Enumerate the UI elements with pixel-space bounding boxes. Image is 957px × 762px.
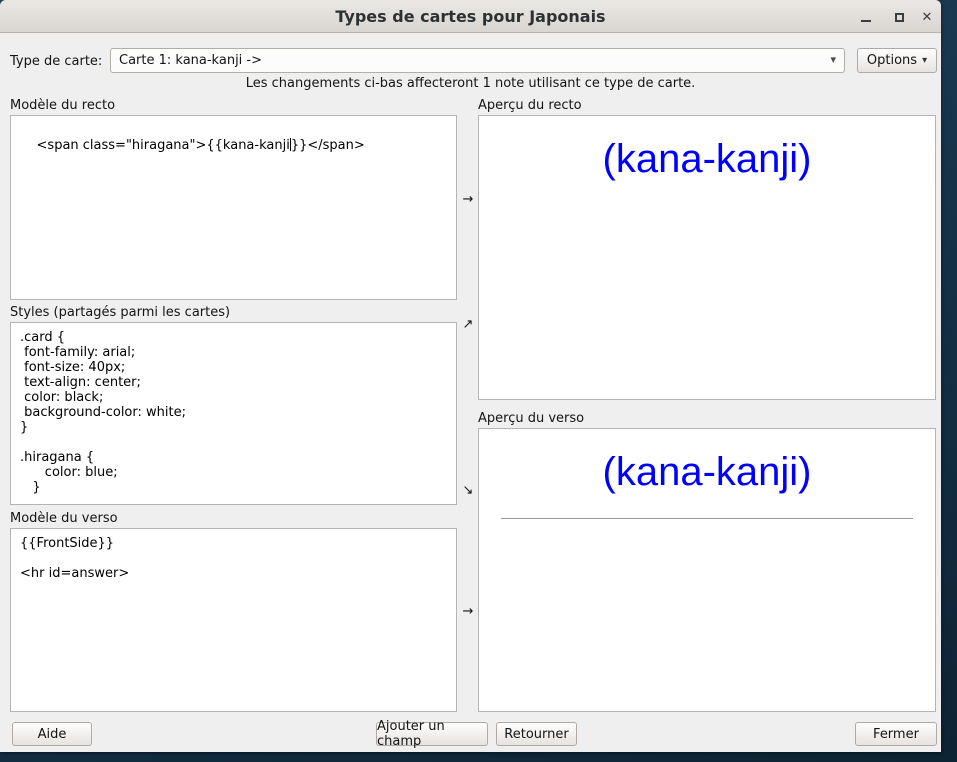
flip-button-label: Retourner — [504, 727, 568, 742]
back-template-to-preview-arrow-icon: → — [459, 604, 477, 619]
front-template-editor[interactable]: <span class="hiragana">{{kana-kanji}}</s… — [10, 115, 457, 300]
front-template-to-preview-arrow-icon: → — [459, 192, 477, 207]
styles-to-front-arrow-icon: ↗ — [459, 317, 477, 332]
notes-affected-info: Les changements ci-bas affecteront 1 not… — [0, 76, 941, 91]
card-type-select[interactable]: Carte 1: kana-kanji -> ▾ — [110, 48, 845, 73]
close-icon: ✕ — [922, 11, 933, 24]
title-bar: Types de cartes pour Japonais ✕ — [0, 0, 941, 33]
card-types-dialog: Types de cartes pour Japonais ✕ Type de … — [0, 0, 941, 752]
window-title: Types de cartes pour Japonais — [0, 7, 941, 26]
front-template-text-before-cursor: <span class="hiragana">{{kana-kanji — [37, 138, 290, 153]
options-button-label: Options — [867, 53, 917, 68]
help-button[interactable]: Aide — [12, 722, 92, 746]
front-template-label: Modèle du recto — [10, 98, 115, 113]
minimize-icon — [861, 20, 871, 22]
back-preview-card-text: (kana-kanji) — [479, 449, 935, 495]
answer-divider — [501, 518, 913, 519]
front-preview-label: Aperçu du recto — [478, 98, 582, 113]
add-field-button[interactable]: Ajouter un champ — [376, 722, 488, 746]
front-preview-card-text: (kana-kanji) — [479, 136, 935, 182]
options-button[interactable]: Options ▾ — [857, 48, 937, 73]
card-type-selected-value: Carte 1: kana-kanji -> — [119, 53, 262, 68]
maximize-icon — [895, 13, 904, 22]
add-field-button-label: Ajouter un champ — [377, 719, 487, 749]
maximize-button[interactable] — [888, 8, 910, 26]
chevron-down-icon: ▾ — [830, 53, 836, 66]
help-button-label: Aide — [38, 727, 67, 742]
front-preview-pane: (kana-kanji) — [478, 115, 936, 400]
close-dialog-button-label: Fermer — [873, 727, 919, 742]
flip-button[interactable]: Retourner — [496, 722, 577, 746]
back-preview-label: Aperçu du verso — [478, 411, 584, 426]
styles-label: Styles (partagés parmi les cartes) — [10, 305, 230, 320]
back-preview-pane: (kana-kanji) — [478, 428, 936, 712]
minimize-button[interactable] — [855, 8, 877, 26]
styles-editor[interactable]: .card { font-family: arial; font-size: 4… — [10, 322, 457, 505]
close-dialog-button[interactable]: Fermer — [855, 722, 937, 746]
back-template-editor[interactable]: {{FrontSide}} <hr id=answer> — [10, 528, 457, 712]
back-template-label: Modèle du verso — [10, 511, 118, 526]
close-button[interactable]: ✕ — [916, 8, 938, 26]
card-type-label: Type de carte: — [10, 54, 102, 69]
options-dropdown-icon: ▾ — [922, 55, 927, 66]
front-template-text-after-cursor: }}</span> — [291, 138, 365, 153]
styles-to-back-arrow-icon: ↘ — [459, 483, 477, 498]
